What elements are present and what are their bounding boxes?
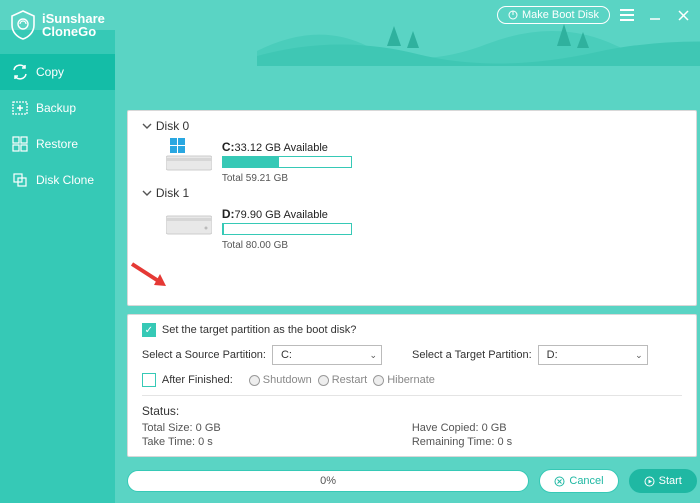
status-total-size: Total Size: 0 GB <box>142 422 412 434</box>
progress-text: 0% <box>320 475 336 487</box>
disk-list-panel: Disk 0 C:33.12 GB Available Total 59.21 … <box>127 110 697 306</box>
disk0-header[interactable]: Disk 0 <box>142 119 682 133</box>
app-logo: iSunshareCloneGo <box>0 4 115 54</box>
drive-d-total: Total 80.00 GB <box>222 240 682 251</box>
radio-hibernate[interactable]: Hibernate <box>373 374 435 386</box>
boot-disk-checkbox[interactable]: ✓ <box>142 323 156 337</box>
sidebar-item-backup[interactable]: Backup <box>0 90 115 126</box>
progress-bar: 0% <box>127 470 530 492</box>
start-icon <box>644 476 655 487</box>
chevron-down-icon <box>142 121 152 131</box>
chevron-down-icon <box>142 188 152 198</box>
drive-c-total: Total 59.21 GB <box>222 173 682 184</box>
drive-c-usage-bar <box>222 156 352 168</box>
restore-icon <box>12 136 28 152</box>
status-remaining-time: Remaining Time: 0 s <box>412 436 682 448</box>
radio-dot-icon <box>249 375 260 386</box>
chevron-down-icon: ⌄ <box>369 350 377 361</box>
source-value: C: <box>281 349 292 361</box>
cancel-icon <box>554 476 565 487</box>
source-partition-label: Select a Source Partition: <box>142 349 266 361</box>
radio-shutdown[interactable]: Shutdown <box>249 374 312 386</box>
copy-icon <box>12 64 28 80</box>
drive-d-title: D:79.90 GB Available <box>222 207 352 221</box>
sidebar-label-restore: Restore <box>36 137 78 151</box>
source-partition-select[interactable]: C: ⌄ <box>272 345 382 365</box>
sidebar-label-copy: Copy <box>36 65 64 79</box>
disk1-title: Disk 1 <box>156 186 189 200</box>
after-finished-checkbox[interactable] <box>142 373 156 387</box>
target-value: D: <box>547 349 558 361</box>
target-partition-label: Select a Target Partition: <box>412 349 532 361</box>
settings-panel: ✓ Set the target partition as the boot d… <box>127 314 697 457</box>
windows-drive-icon <box>166 137 212 171</box>
status-section: Status: Total Size: 0 GB Have Copied: 0 … <box>142 404 682 448</box>
close-button[interactable] <box>672 4 694 26</box>
boot-disk-label: Set the target partition as the boot dis… <box>162 324 356 336</box>
drive-icon <box>166 204 212 238</box>
sidebar: iSunshareCloneGo Copy Backup Restore Dis… <box>0 30 115 503</box>
after-finished-label: After Finished: <box>162 374 233 386</box>
cancel-button[interactable]: Cancel <box>539 469 618 493</box>
sidebar-item-diskclone[interactable]: Disk Clone <box>0 162 115 198</box>
minimize-button[interactable] <box>644 4 666 26</box>
disk1-header[interactable]: Disk 1 <box>142 186 682 200</box>
status-have-copied: Have Copied: 0 GB <box>412 422 682 434</box>
radio-dot-icon <box>318 375 329 386</box>
disk0-title: Disk 0 <box>156 119 189 133</box>
start-button[interactable]: Start <box>629 469 697 493</box>
app-name-2: CloneGo <box>42 25 105 38</box>
backup-icon <box>12 100 28 116</box>
target-partition-select[interactable]: D: ⌄ <box>538 345 648 365</box>
close-icon <box>678 10 689 21</box>
radio-restart[interactable]: Restart <box>318 374 367 386</box>
drive-d-row[interactable]: D:79.90 GB Available <box>142 200 682 240</box>
diskclone-icon <box>12 172 28 188</box>
drive-c-title: C:33.12 GB Available <box>222 140 352 154</box>
cancel-label: Cancel <box>569 475 603 487</box>
hamburger-icon <box>620 9 634 21</box>
sidebar-item-restore[interactable]: Restore <box>0 126 115 162</box>
sidebar-item-copy[interactable]: Copy <box>0 54 115 90</box>
status-title: Status: <box>142 404 682 418</box>
drive-d-usage-bar <box>222 223 352 235</box>
chevron-down-icon: ⌄ <box>635 350 643 361</box>
start-label: Start <box>659 475 682 487</box>
drive-c-row[interactable]: C:33.12 GB Available <box>142 133 682 173</box>
menu-button[interactable] <box>616 4 638 26</box>
sidebar-label-diskclone: Disk Clone <box>36 173 94 187</box>
minimize-icon <box>649 9 661 21</box>
status-take-time: Take Time: 0 s <box>142 436 412 448</box>
logo-icon <box>10 10 36 40</box>
sidebar-label-backup: Backup <box>36 101 76 115</box>
make-boot-disk-button[interactable]: Make Boot Disk <box>497 6 610 24</box>
radio-dot-icon <box>373 375 384 386</box>
make-boot-disk-label: Make Boot Disk <box>522 9 599 21</box>
